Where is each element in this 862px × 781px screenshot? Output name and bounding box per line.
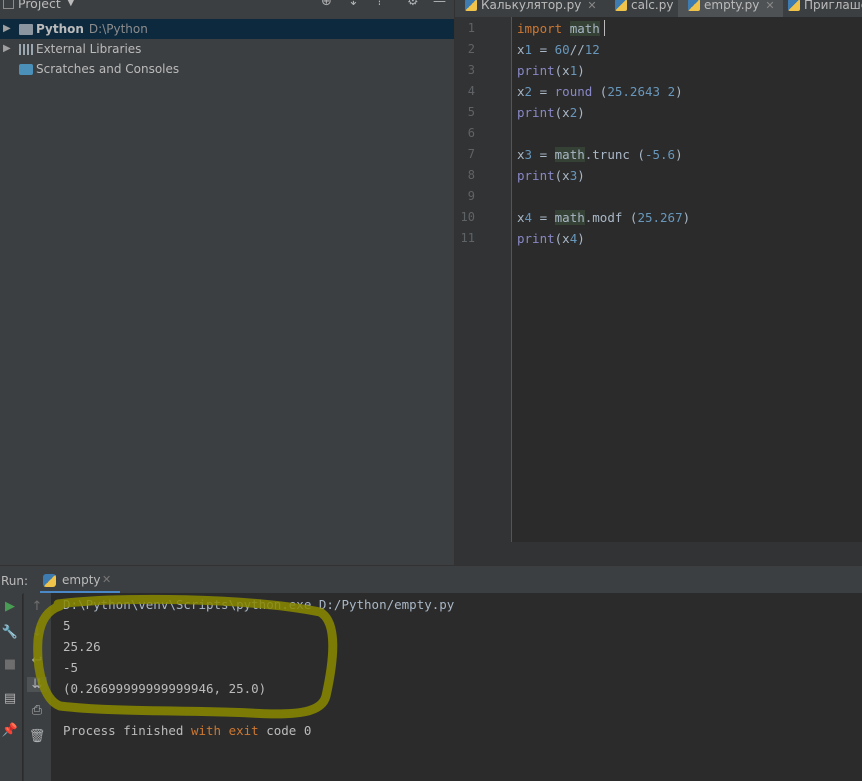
console-line: (0.26699999999999946, 25.0) <box>63 681 267 696</box>
line-number: 3 <box>467 63 475 77</box>
run-tab-label: empty <box>62 573 101 587</box>
line-number: 11 <box>460 231 475 245</box>
code-line[interactable]: x2 = round (25.2643 2) <box>517 81 683 102</box>
library-icon <box>19 44 33 55</box>
tree-item-python[interactable]: ▶ Python D:\Python <box>0 19 454 39</box>
line-number: 7 <box>467 147 475 161</box>
line-number: 2 <box>467 42 475 56</box>
collapse-all-icon[interactable]: ⇡ <box>374 0 385 9</box>
tab-priglashenie[interactable]: Приглаше <box>788 0 862 17</box>
scroll-to-end-icon[interactable]: ⇊ <box>27 677 47 692</box>
trash-icon[interactable]: 🗑 <box>27 729 47 744</box>
tab-label: calc.py <box>631 0 674 12</box>
python-file-icon <box>688 0 700 11</box>
python-file-icon <box>615 0 627 11</box>
arrow-up-icon[interactable]: ↑ <box>27 599 47 614</box>
line-number: 5 <box>467 105 475 119</box>
tab-label: Приглаше <box>804 0 862 12</box>
code-line[interactable]: print(x3) <box>517 165 585 186</box>
run-label: Run: <box>1 574 29 588</box>
console-toolbar: ↑ ↓ ↩ ⇊ ⎙ 🗑 <box>23 593 51 781</box>
pin-icon[interactable]: 📌 <box>0 723 20 738</box>
scratches-icon <box>19 64 33 75</box>
code-line[interactable]: print(x2) <box>517 102 585 123</box>
tree-item-external-libraries[interactable]: ▶ External Libraries <box>0 39 454 59</box>
code-line[interactable]: x4 = math.modf (25.267) <box>517 207 690 228</box>
editor-tabs: Калькулятор.py ✕ calc.py ✕ empty.py ✕ Пригл… <box>455 0 862 17</box>
code-line[interactable]: print(x4) <box>517 228 585 249</box>
line-number: 9 <box>467 189 475 203</box>
locate-icon[interactable]: ⊕ <box>321 0 332 9</box>
close-icon[interactable]: ✕ <box>102 573 111 586</box>
tree-item-label: External Libraries <box>36 42 142 56</box>
console-line: 25.26 <box>63 639 101 654</box>
project-panel-header: Project ▼ ⊕ ⇣ ⇡ ⚙ — <box>0 0 454 14</box>
line-number: 8 <box>467 168 475 182</box>
layout-icon[interactable]: ▤ <box>0 691 20 706</box>
hide-icon[interactable]: — <box>433 0 446 9</box>
python-file-icon <box>465 0 477 11</box>
tree-item-label: Python <box>36 22 84 36</box>
close-icon[interactable]: ✕ <box>765 0 774 12</box>
folder-icon <box>19 24 33 35</box>
soft-wrap-icon[interactable]: ↩ <box>27 653 47 668</box>
project-icon <box>3 0 14 9</box>
code-line[interactable]: print(x1) <box>517 60 585 81</box>
chevron-right-icon[interactable]: ▶ <box>3 19 11 39</box>
tab-empty[interactable]: empty.py ✕ <box>678 0 783 17</box>
tree-item-path: D:\Python <box>88 22 148 36</box>
wrench-icon[interactable]: 🔧 <box>0 625 20 640</box>
line-number: 10 <box>460 210 475 224</box>
console-line: 5 <box>63 618 71 633</box>
python-file-icon <box>788 0 800 11</box>
expand-all-icon[interactable]: ⇣ <box>348 0 359 9</box>
run-tab-empty[interactable]: empty ✕ <box>40 571 120 594</box>
print-icon[interactable]: ⎙ <box>27 703 47 718</box>
run-panel-header: Run: empty ✕ <box>0 565 862 594</box>
text-cursor <box>604 20 605 36</box>
line-number: 1 <box>467 21 475 35</box>
console-line: -5 <box>63 660 79 675</box>
editor-bottom-area <box>455 542 862 565</box>
line-number: 6 <box>467 126 475 140</box>
code-line[interactable]: x1 = 60//12 <box>517 39 600 60</box>
project-title[interactable]: Project <box>18 0 61 11</box>
tab-label: empty.py <box>704 0 760 12</box>
chevron-down-icon[interactable]: ▼ <box>67 0 75 8</box>
line-number: 4 <box>467 84 475 98</box>
code-line[interactable]: import math <box>517 18 600 39</box>
gear-icon[interactable]: ⚙ <box>407 0 419 9</box>
console-line: D:\Python\venv\Scripts\python.exe D:/Pyt… <box>63 597 455 612</box>
chevron-right-icon[interactable]: ▶ <box>3 39 11 59</box>
python-icon <box>43 574 56 587</box>
tab-kalkulyator[interactable]: Калькулятор.py ✕ <box>465 0 597 17</box>
run-icon[interactable]: ▶ <box>0 599 20 614</box>
code-line[interactable]: x3 = math.trunc (-5.6) <box>517 144 683 165</box>
close-icon[interactable]: ✕ <box>587 0 596 12</box>
stop-icon[interactable]: ■ <box>0 657 20 672</box>
project-panel: Project ▼ ⊕ ⇣ ⇡ ⚙ — ▶ Python D:\Python ▶ … <box>0 0 454 565</box>
tree-item-scratches[interactable]: Scratches and Consoles <box>0 59 454 79</box>
tree-item-label: Scratches and Consoles <box>36 62 180 76</box>
console-line: Process finished with exit code 0 <box>63 723 312 738</box>
run-toolbar: ▶ 🔧 ■ ▤ 📌 <box>0 593 22 781</box>
tab-label: Калькулятор.py <box>481 0 582 12</box>
arrow-down-icon[interactable]: ↓ <box>27 625 47 640</box>
